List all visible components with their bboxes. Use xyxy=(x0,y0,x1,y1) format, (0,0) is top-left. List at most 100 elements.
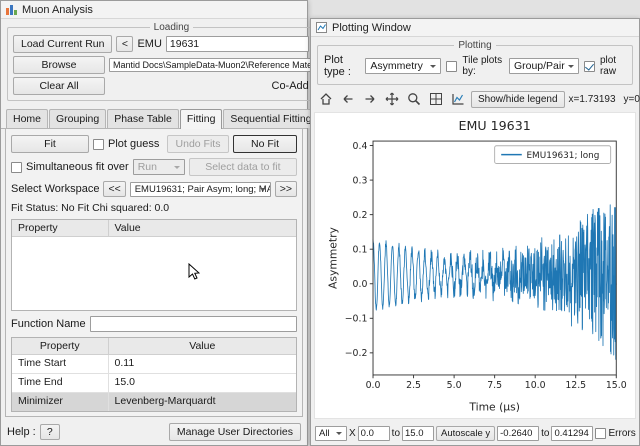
help-label: Help : xyxy=(7,426,36,438)
param-property: Minimizer xyxy=(12,393,109,411)
svg-text:12.5: 12.5 xyxy=(565,380,586,391)
file-path-input[interactable] xyxy=(109,58,330,72)
tile-plots-label: Tile plots by: xyxy=(462,55,504,77)
home-button[interactable] xyxy=(317,89,335,109)
param-property: Time End xyxy=(12,374,109,392)
plot-footer: All X to Autoscale y to Errors xyxy=(311,421,639,445)
simultaneous-fit-label: Simultaneous fit over xyxy=(26,161,129,173)
forward-button[interactable] xyxy=(361,89,379,109)
plot-raw-checkbox[interactable] xyxy=(584,61,595,72)
tile-by-combo[interactable]: Group/Pair xyxy=(509,58,579,74)
zoom-button[interactable] xyxy=(405,89,423,109)
function-name-input[interactable] xyxy=(90,316,297,332)
pan-button[interactable] xyxy=(383,89,401,109)
manage-user-directories-button[interactable]: Manage User Directories xyxy=(169,423,301,441)
previous-run-button[interactable]: < xyxy=(116,36,133,52)
svg-text:0.3: 0.3 xyxy=(353,175,368,186)
fitting-panel: Fit Plot guess Undo Fits No Fit Simultan… xyxy=(5,129,303,417)
cursor-y-readout: y=0.04682 xyxy=(624,94,640,105)
plotting-window: Plotting Window Plotting Plot type : Asy… xyxy=(310,18,640,446)
fit-button[interactable]: Fit xyxy=(11,135,89,153)
loading-group: Loading Load Current Run < EMU > Browse … xyxy=(7,22,336,101)
svg-text:0.1: 0.1 xyxy=(353,244,368,255)
plot-guess-checkbox[interactable] xyxy=(93,139,104,150)
y-max-input[interactable] xyxy=(551,426,593,441)
forward-arrow-icon xyxy=(362,91,378,107)
workspace-combo[interactable]: EMU19631; Pair Asym; long; MA xyxy=(130,182,271,197)
help-button[interactable]: ? xyxy=(40,424,60,440)
asymmetry-plot[interactable]: EMU 19631 0.0 2.5 5.0 7.5 10.0 12.5 15.0 −0.2 −0.… xyxy=(315,113,635,418)
show-hide-legend-button[interactable]: Show/hide legend xyxy=(471,91,565,108)
svg-text:7.5: 7.5 xyxy=(487,380,502,391)
x-max-input[interactable] xyxy=(402,426,434,441)
y-axis-label: Asymmetry xyxy=(327,226,340,289)
param-row: Time Start0.11 xyxy=(12,355,296,374)
simultaneous-fit-checkbox[interactable] xyxy=(11,162,22,173)
tab-sequential-fitting[interactable]: Sequential Fitting xyxy=(223,109,318,128)
svg-text:2.5: 2.5 xyxy=(406,380,421,391)
select-data-to-fit-button: Select data to fit xyxy=(189,158,297,176)
subplots-button[interactable] xyxy=(427,89,445,109)
undo-fits-button: Undo Fits xyxy=(167,135,229,153)
plot-window-icon xyxy=(316,22,327,33)
svg-text:10.0: 10.0 xyxy=(525,380,546,391)
tab-fitting[interactable]: Fitting xyxy=(180,109,223,129)
svg-text:5.0: 5.0 xyxy=(447,380,462,391)
param-header-property: Property xyxy=(12,338,109,354)
customize-plot-button[interactable] xyxy=(449,89,467,109)
param-value[interactable]: 15.0 xyxy=(109,374,296,392)
svg-text:0.2: 0.2 xyxy=(353,210,368,221)
plot-type-combo[interactable]: Asymmetry xyxy=(365,58,441,74)
svg-text:0.0: 0.0 xyxy=(366,380,381,391)
window-title: Muon Analysis xyxy=(22,4,93,16)
x-range-label: X xyxy=(349,428,356,439)
param-value[interactable]: Levenberg-Marquardt xyxy=(109,393,296,411)
muon-tabbar: HomeGroupingPhase TableFittingSequential… xyxy=(1,106,307,129)
plot-type-label: Plot type : xyxy=(324,54,360,78)
browser-header-property: Property xyxy=(12,220,109,236)
back-button[interactable] xyxy=(339,89,357,109)
svg-text:−0.2: −0.2 xyxy=(345,348,368,359)
y-to-label: to xyxy=(541,428,549,439)
window-title: Plotting Window xyxy=(332,22,411,34)
workspace-previous-button[interactable]: << xyxy=(103,181,125,197)
autoscale-y-button[interactable]: Autoscale y xyxy=(436,426,495,441)
errors-checkbox[interactable] xyxy=(595,428,606,439)
figure-canvas[interactable]: EMU 19631 0.0 2.5 5.0 7.5 10.0 12.5 15.0 −0.2 −0.… xyxy=(314,112,636,419)
errors-label: Errors xyxy=(608,428,635,439)
svg-text:−0.1: −0.1 xyxy=(345,314,368,325)
svg-text:15.0: 15.0 xyxy=(606,380,627,391)
tab-phase-table[interactable]: Phase Table xyxy=(107,109,179,128)
tab-home[interactable]: Home xyxy=(6,109,48,128)
param-row: Time End15.0 xyxy=(12,374,296,393)
pan-icon xyxy=(384,91,400,107)
load-current-run-button[interactable]: Load Current Run xyxy=(13,35,112,53)
plot-legend[interactable]: EMU19631; long xyxy=(495,146,611,164)
x-to-label: to xyxy=(392,428,400,439)
muon-titlebar[interactable]: Muon Analysis xyxy=(1,1,307,19)
tab-grouping[interactable]: Grouping xyxy=(49,109,106,128)
clear-all-button[interactable]: Clear All xyxy=(13,77,105,95)
loading-group-label: Loading xyxy=(150,22,194,33)
plot-titlebar[interactable]: Plotting Window xyxy=(311,19,639,37)
select-workspace-label: Select Workspace xyxy=(11,183,99,195)
chart-title: EMU 19631 xyxy=(458,118,530,133)
home-icon xyxy=(318,91,334,107)
browse-button[interactable]: Browse xyxy=(13,56,105,74)
workspace-next-button[interactable]: >> xyxy=(275,181,297,197)
param-value[interactable]: 0.11 xyxy=(109,355,296,373)
tile-plots-checkbox[interactable] xyxy=(446,61,457,72)
simultaneous-over-combo: Run xyxy=(133,159,185,175)
cursor-x-readout: x=1.73193 xyxy=(569,94,616,105)
plot-guess-label: Plot guess xyxy=(108,138,163,150)
mouse-cursor xyxy=(188,263,200,281)
run-number-input[interactable] xyxy=(166,36,309,52)
y-min-input[interactable] xyxy=(497,426,539,441)
param-row: MinimizerLevenberg-Marquardt xyxy=(12,393,296,412)
svg-text:0.0: 0.0 xyxy=(353,279,368,290)
no-fit-button[interactable]: No Fit xyxy=(233,135,297,153)
plotting-group: Plotting Plot type : Asymmetry Tile plot… xyxy=(317,40,633,85)
function-browser[interactable]: Property Value xyxy=(11,219,297,311)
x-min-input[interactable] xyxy=(358,426,390,441)
axis-scope-combo[interactable]: All xyxy=(315,426,347,441)
